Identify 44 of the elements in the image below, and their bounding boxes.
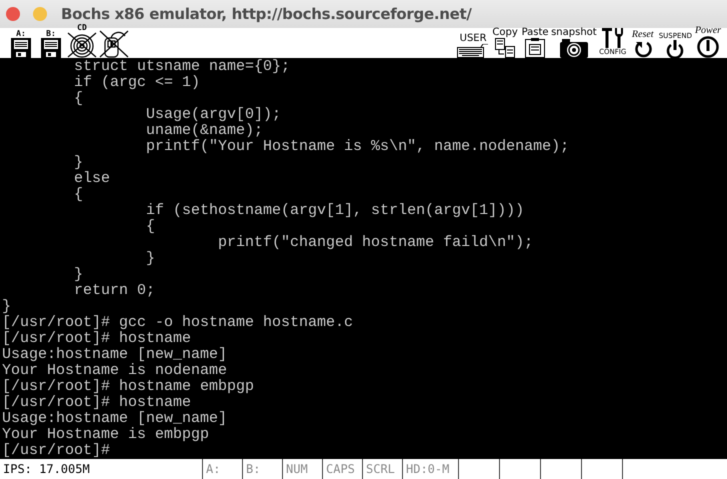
toolbar-button[interactable]: Paste bbox=[520, 28, 550, 58]
tools-icon bbox=[600, 28, 625, 48]
status-indicator: B: bbox=[243, 459, 283, 479]
terminal-line: return 0; bbox=[73, 283, 156, 299]
terminal-line: else bbox=[73, 171, 110, 187]
terminal-line: if (argc <= 1) bbox=[73, 75, 200, 91]
toolbar-button[interactable]: B: bbox=[36, 28, 66, 58]
terminal-line: } bbox=[73, 267, 84, 283]
terminal-line: [/usr/root]# gcc -o hostname hostname.c bbox=[2, 315, 354, 331]
toolbar-button[interactable] bbox=[98, 28, 130, 58]
terminal-line: } bbox=[145, 251, 156, 267]
terminal-line: [/usr/root]# hostname embpgp bbox=[2, 379, 254, 395]
status-indicator: SCRL bbox=[363, 459, 403, 479]
toolbar-button[interactable]: A: bbox=[6, 28, 36, 58]
status-indicator: HD:0-M bbox=[403, 459, 459, 479]
toolbar-button[interactable]: Copy bbox=[490, 28, 520, 58]
toolbar-button[interactable]: Reset bbox=[628, 28, 658, 58]
toolbar-button[interactable]: snapshot bbox=[550, 28, 598, 58]
terminal-line: { bbox=[73, 91, 84, 107]
terminal-line: Usage:hostname [new_name] bbox=[2, 411, 228, 427]
close-button[interactable] bbox=[6, 7, 20, 21]
terminal-line: Usage(argv[0]); bbox=[145, 107, 282, 123]
toolbar-button[interactable]: Power bbox=[693, 28, 723, 58]
terminal-line: uname(&name); bbox=[145, 123, 264, 139]
terminal-line: } bbox=[2, 299, 12, 315]
ips-counter: IPS: 17.005M bbox=[0, 459, 203, 479]
terminal-line: struct utsname name={0}; bbox=[73, 59, 290, 75]
terminal-line: Your Hostname is nodename bbox=[2, 363, 228, 379]
terminal-line: { bbox=[73, 187, 84, 203]
terminal-line: [/usr/root]# bbox=[2, 443, 110, 457]
window-title: Bochs x86 emulator, http://bochs.sourceforge.net/ bbox=[61, 5, 472, 23]
toolbar-button[interactable]: USER bbox=[456, 28, 490, 58]
terminal-line: printf("changed hostname faild\n"); bbox=[217, 235, 534, 251]
terminal-line: printf("Your Hostname is %s\n", name.nodename); bbox=[145, 139, 570, 155]
terminal-line: } bbox=[73, 155, 84, 171]
terminal-line: { bbox=[145, 219, 156, 235]
terminal-line: [/usr/root]# hostname bbox=[2, 331, 192, 347]
terminal-line: if (sethostname(argv[1], strlen(argv[1]))) bbox=[145, 203, 524, 219]
status-indicator: NUM bbox=[283, 459, 323, 479]
terminal-line: [/usr/root]# hostname bbox=[2, 395, 192, 411]
terminal-line: Usage:hostname [new_name] bbox=[2, 347, 228, 363]
status-indicator: A: bbox=[203, 459, 243, 479]
terminal-line: Your Hostname is embpgp bbox=[2, 427, 210, 443]
status-indicator: CAPS bbox=[323, 459, 363, 479]
